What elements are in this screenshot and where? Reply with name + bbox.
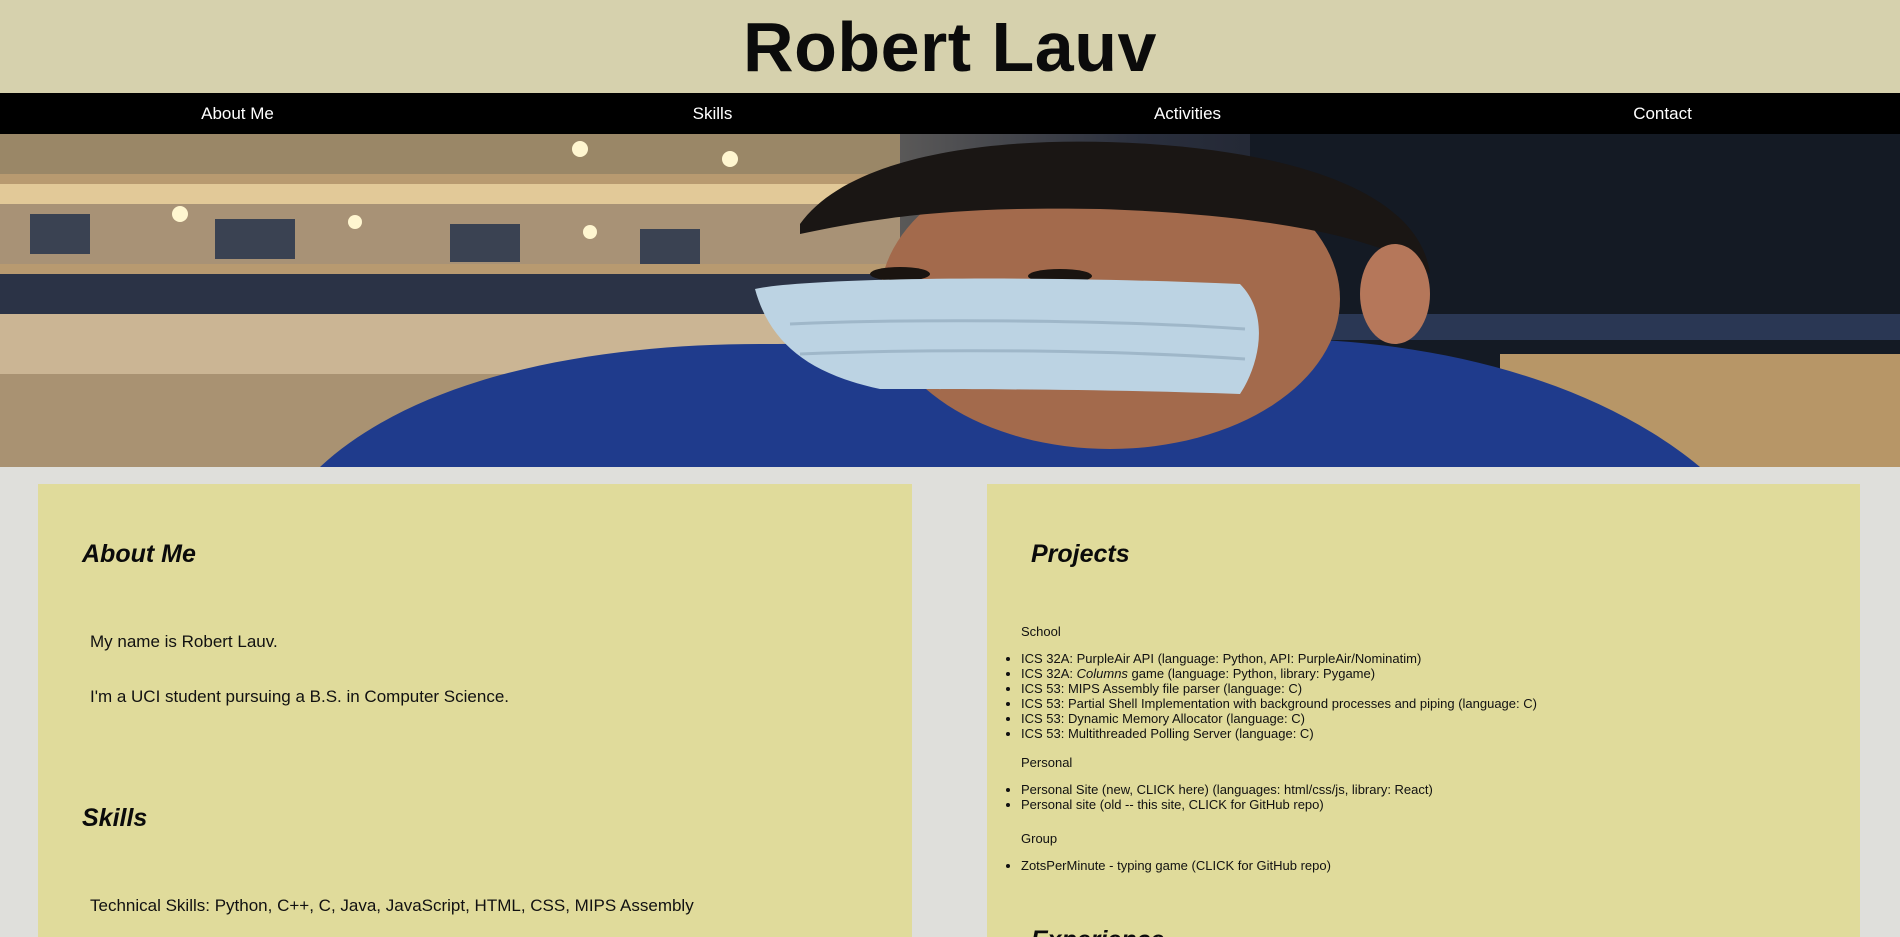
right-panel: Projects School ICS 32A: PurpleAir API (… <box>987 484 1860 937</box>
nav-contact[interactable]: Contact <box>1425 93 1900 134</box>
list-item: ICS 32A: PurpleAir API (language: Python… <box>1021 651 1537 666</box>
window <box>640 229 700 264</box>
window <box>30 214 90 254</box>
building-top <box>0 134 900 174</box>
list-item-link[interactable]: ZotsPerMinute - typing game (CLICK for G… <box>1021 858 1331 873</box>
personal-projects-list: Personal Site (new, CLICK here) (languag… <box>987 782 1433 812</box>
left-panel: About Me My name is Robert Lauv. I'm a U… <box>38 484 912 937</box>
about-line-1: My name is Robert Lauv. <box>90 632 278 651</box>
site-title: Robert Lauv <box>743 7 1157 86</box>
list-item: ICS 32A: Columns game (language: Python,… <box>1021 666 1537 681</box>
group-label: Group <box>1021 831 1058 846</box>
nav-about-me[interactable]: About Me <box>0 93 475 134</box>
projects-heading: Projects <box>1031 540 1130 568</box>
nav-skills[interactable]: Skills <box>475 93 950 134</box>
hero-photo <box>0 134 1900 467</box>
lamp <box>572 141 588 157</box>
item-suffix: game (language: Python, library: Pygame) <box>1127 666 1376 681</box>
portrait-photo <box>0 134 1900 467</box>
main-content: About Me My name is Robert Lauv. I'm a U… <box>0 467 1900 937</box>
skills-heading: Skills <box>82 804 148 832</box>
list-item: ICS 53: Dynamic Memory Allocator (langua… <box>1021 711 1537 726</box>
experience-heading: Experience <box>1031 926 1164 937</box>
school-label: School <box>1021 624 1061 639</box>
list-item: ICS 53: Multithreaded Polling Server (la… <box>1021 726 1537 741</box>
window <box>215 219 295 259</box>
list-item: ICS 53: Partial Shell Implementation wit… <box>1021 696 1537 711</box>
lamp <box>583 225 597 239</box>
list-item-link[interactable]: Personal site (old -- this site, CLICK f… <box>1021 797 1433 812</box>
item-emphasis: Columns <box>1076 666 1128 681</box>
school-projects-list: ICS 32A: PurpleAir API (language: Python… <box>987 651 1537 741</box>
list-item: ICS 53: MIPS Assembly file parser (langu… <box>1021 681 1537 696</box>
ear <box>1360 244 1430 344</box>
lamp <box>722 151 738 167</box>
about-me-heading: About Me <box>82 540 196 568</box>
nav-activities[interactable]: Activities <box>950 93 1425 134</box>
lamp <box>348 215 362 229</box>
eye-left <box>870 267 930 281</box>
item-prefix: ICS 32A: <box>1021 666 1077 681</box>
window <box>450 224 520 262</box>
group-projects-list: ZotsPerMinute - typing game (CLICK for G… <box>987 858 1331 873</box>
main-nav: About Me Skills Activities Contact <box>0 93 1900 134</box>
personal-label: Personal <box>1021 755 1073 770</box>
building-ledge <box>0 184 880 204</box>
technical-skills: Technical Skills: Python, C++, C, Java, … <box>90 896 694 915</box>
list-item-link[interactable]: Personal Site (new, CLICK here) (languag… <box>1021 782 1433 797</box>
lamp <box>172 206 188 222</box>
site-header: Robert Lauv <box>0 0 1900 93</box>
about-line-2: I'm a UCI student pursuing a B.S. in Com… <box>90 687 509 706</box>
